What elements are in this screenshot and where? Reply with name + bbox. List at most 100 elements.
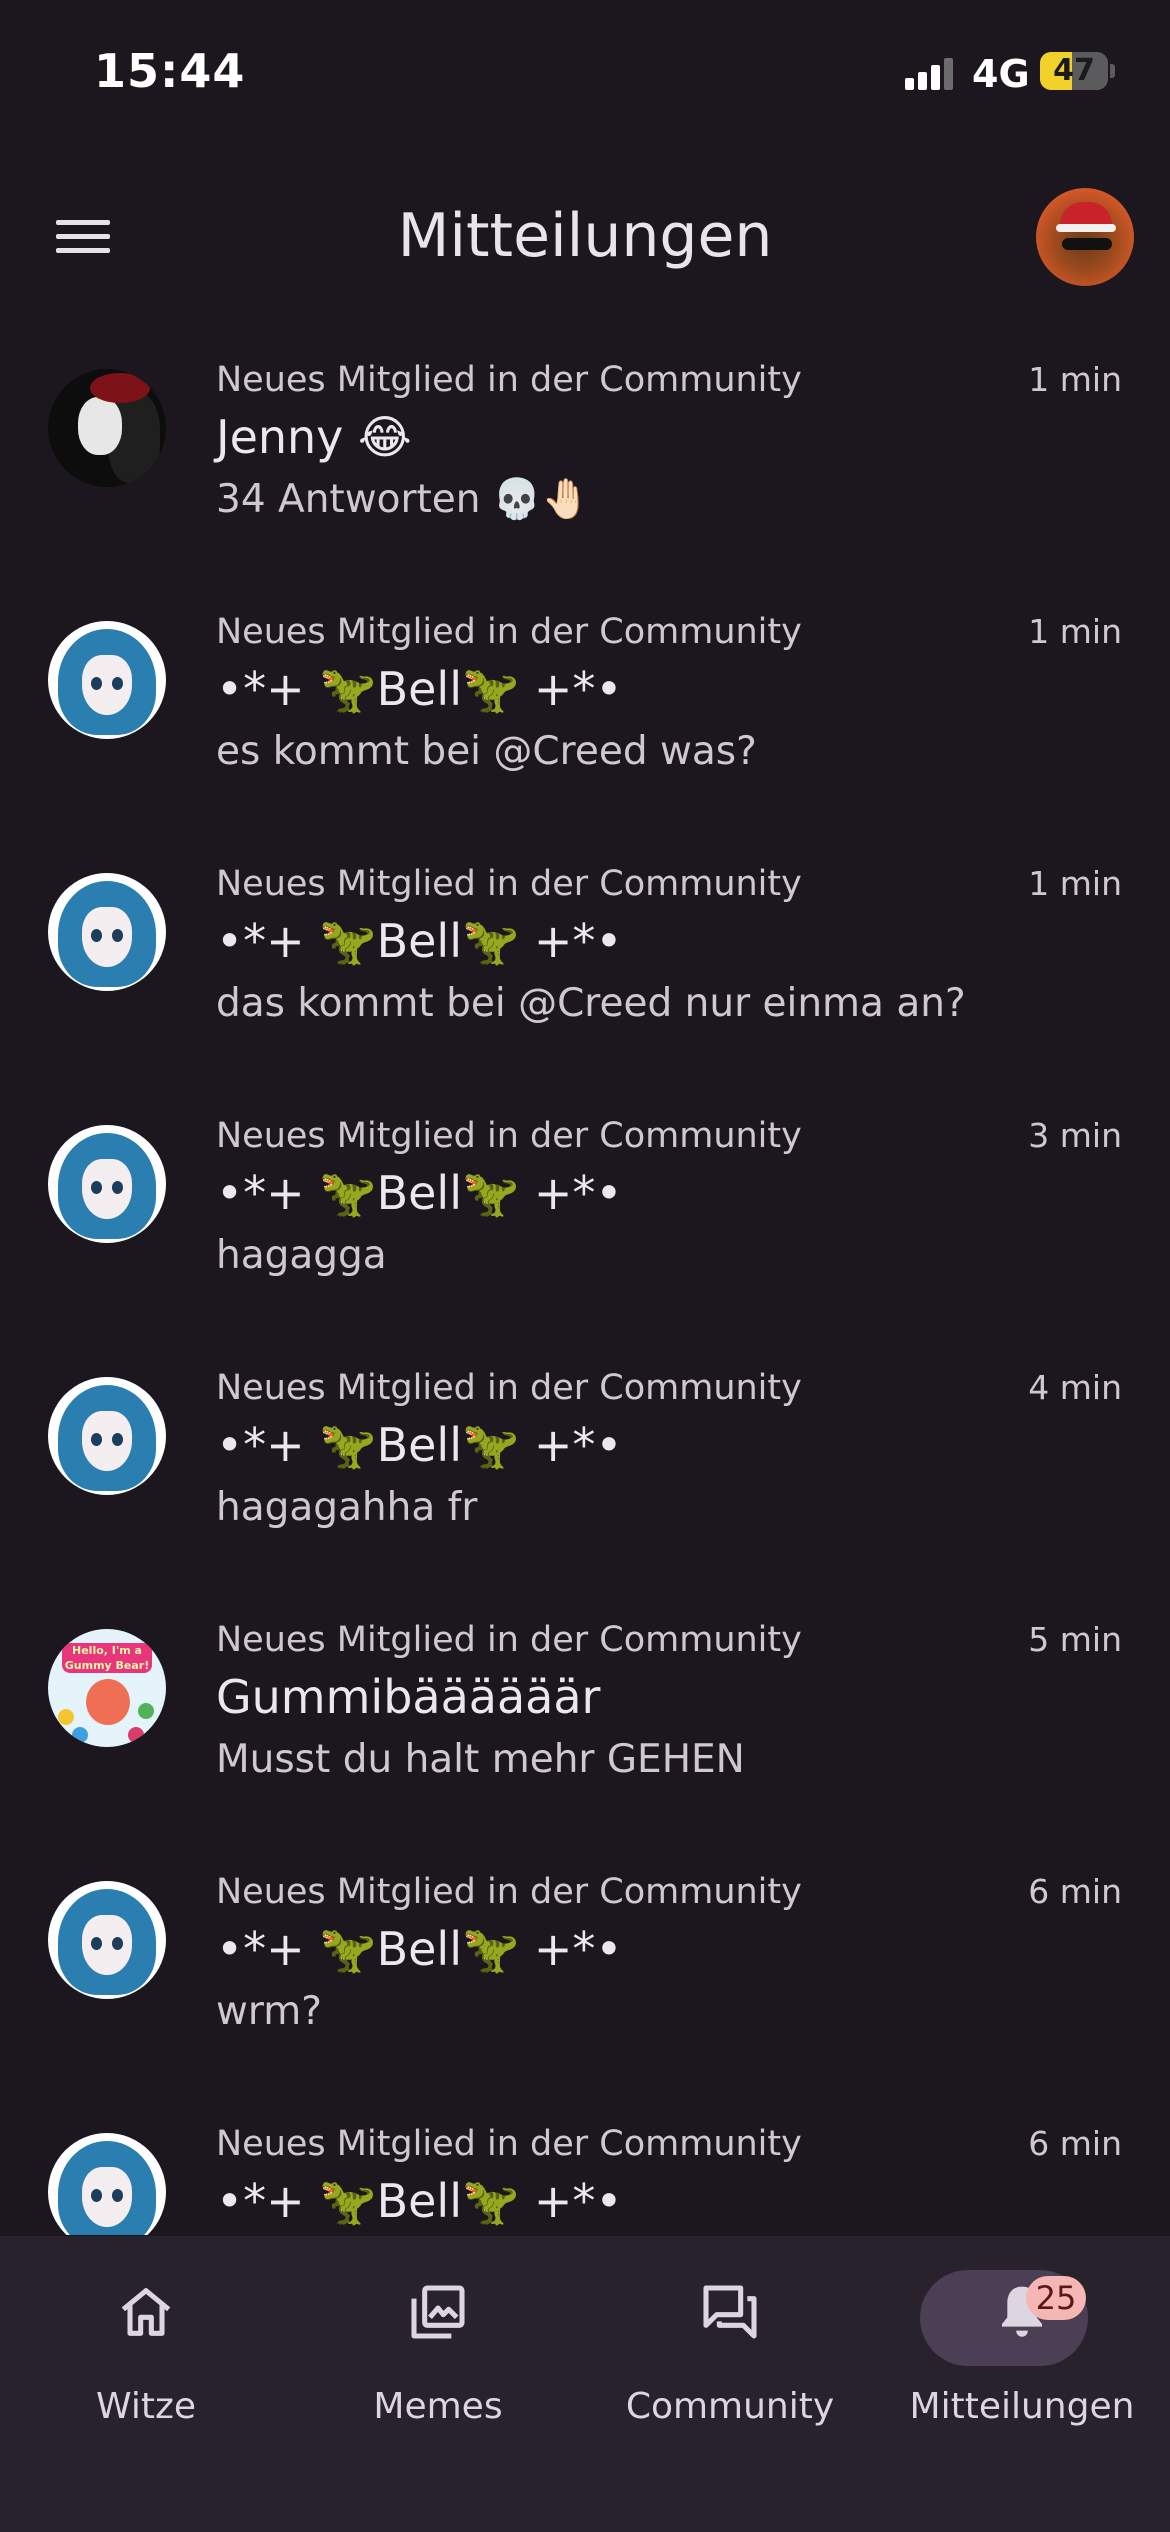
notification-item[interactable]: Neues Mitglied in der Community Jenny 😂 34… xyxy=(0,355,1170,607)
notification-author: Gummibäääääär xyxy=(216,1670,601,1724)
nav-item-memes[interactable]: Memes xyxy=(292,2256,584,2456)
eye-shape xyxy=(91,1181,102,1194)
notification-time: 4 min xyxy=(1028,1368,1122,1407)
nav-label-community: Community xyxy=(625,2386,835,2427)
notification-time: 1 min xyxy=(1028,360,1122,399)
notification-list[interactable]: Neues Mitglied in der Community Jenny 😂 34… xyxy=(0,355,1170,2235)
face-shape xyxy=(82,2167,132,2227)
nav-item-witze[interactable]: Witze xyxy=(0,2256,292,2456)
notification-time: 6 min xyxy=(1028,2124,1122,2163)
home-icon xyxy=(0,2280,292,2356)
notification-message: 34 Antworten 💀🤚🏻 xyxy=(216,477,591,522)
avatar[interactable] xyxy=(48,873,166,991)
candy-shape xyxy=(58,1709,74,1725)
notification-message xyxy=(216,2233,1096,2235)
avatar[interactable] xyxy=(48,369,166,487)
notification-content: Neues Mitglied in der Community •*+ 🦖Bell… xyxy=(216,1867,1096,2043)
notification-message: hagagga xyxy=(216,1233,387,1278)
face-shape xyxy=(78,397,122,455)
face-shape xyxy=(82,907,132,967)
candy-shape xyxy=(138,1703,154,1719)
notification-content: Neues Mitglied in der Community •*+ 🦖Bell… xyxy=(216,607,1096,783)
nav-label-mitteilungen: Mitteilungen xyxy=(909,2386,1135,2427)
notification-message: es kommt bei @Creed was? xyxy=(216,729,757,774)
profile-avatar[interactable] xyxy=(1036,188,1134,286)
notification-count-badge: 25 xyxy=(1026,2276,1086,2320)
status-bar: 15:44 4G 47 xyxy=(0,0,1170,150)
notification-item[interactable]: Neues Mitglied in der Community •*+ 🦖Bell… xyxy=(0,1867,1170,2119)
battery-percent: 47 xyxy=(1053,53,1095,88)
notification-content: Neues Mitglied in der Community •*+ 🦖Bell… xyxy=(216,2119,1096,2235)
eye-shape xyxy=(112,677,123,690)
notification-category: Neues Mitglied in der Community xyxy=(216,1620,802,1660)
eye-shape xyxy=(91,1937,102,1950)
notification-author: •*+ 🦖Bell🦖 +*• xyxy=(216,662,623,716)
notification-item[interactable]: Neues Mitglied in der Community •*+ 🦖Bell… xyxy=(0,607,1170,859)
notification-message: Musst du halt mehr GEHEN xyxy=(216,1737,745,1782)
gallery-icon xyxy=(292,2280,584,2356)
notification-category: Neues Mitglied in der Community xyxy=(216,1368,802,1408)
notification-author: •*+ 🦖Bell🦖 +*• xyxy=(216,1166,623,1220)
avatar[interactable] xyxy=(48,621,166,739)
candy-shape xyxy=(128,1727,144,1743)
nav-label-memes: Memes xyxy=(373,2386,503,2427)
battery-icon: 47 xyxy=(1040,52,1108,90)
nav-label-witze: Witze xyxy=(96,2386,196,2427)
notification-category: Neues Mitglied in der Community xyxy=(216,1872,802,1912)
notification-content: Neues Mitglied in der Community Jenny 😂 34… xyxy=(216,355,1096,531)
bottom-navigation: Witze Memes Community 25 Mitteilungen xyxy=(0,2236,1170,2532)
notification-time: 5 min xyxy=(1028,1620,1122,1659)
eye-shape xyxy=(91,1433,102,1446)
battery-cap xyxy=(1110,64,1115,78)
face-shape xyxy=(82,655,132,715)
face-shape xyxy=(82,1159,132,1219)
notification-content: Neues Mitglied in der Community •*+ 🦖Bell… xyxy=(216,1111,1096,1287)
eye-shape xyxy=(112,2189,123,2202)
avatar[interactable] xyxy=(48,1125,166,1243)
bell-icon xyxy=(876,2280,1168,2356)
sunglasses-shape xyxy=(1062,238,1112,250)
avatar[interactable] xyxy=(48,2133,166,2235)
forum-icon xyxy=(584,2280,876,2356)
notification-time: 3 min xyxy=(1028,1116,1122,1155)
notification-category: Neues Mitglied in der Community xyxy=(216,864,802,904)
avatar[interactable] xyxy=(48,1377,166,1495)
notification-category: Neues Mitglied in der Community xyxy=(216,360,802,400)
notification-author: •*+ 🦖Bell🦖 +*• xyxy=(216,2174,623,2228)
face-shape xyxy=(82,1915,132,1975)
notification-item[interactable]: Neues Mitglied in der Community •*+ 🦖Bell… xyxy=(0,1111,1170,1363)
notification-time: 1 min xyxy=(1028,864,1122,903)
notification-message: das kommt bei @Creed nur einma an? xyxy=(216,981,966,1026)
eye-shape xyxy=(91,677,102,690)
avatar[interactable] xyxy=(48,1881,166,1999)
notification-category: Neues Mitglied in der Community xyxy=(216,1116,802,1156)
notification-item[interactable]: Neues Mitglied in der Community •*+ 🦖Bell… xyxy=(0,2119,1170,2235)
notification-item[interactable]: Neues Mitglied in der Community •*+ 🦖Bell… xyxy=(0,859,1170,1111)
notification-category: Neues Mitglied in der Community xyxy=(216,612,802,652)
nav-item-mitteilungen[interactable]: 25 Mitteilungen xyxy=(876,2256,1168,2456)
notification-category: Neues Mitglied in der Community xyxy=(216,2124,802,2164)
santa-hat-brim xyxy=(1056,224,1116,232)
candy-shape xyxy=(72,1727,88,1743)
eye-shape xyxy=(112,1937,123,1950)
eye-shape xyxy=(91,929,102,942)
avatar[interactable]: Hello, I'm a Gummy Bear! xyxy=(48,1629,166,1747)
notification-time: 1 min xyxy=(1028,612,1122,651)
face-shape xyxy=(82,1411,132,1471)
notification-message: wrm? xyxy=(216,1989,322,2034)
notification-item[interactable]: Neues Mitglied in der Community •*+ 🦖Bell… xyxy=(0,1363,1170,1615)
notification-author: •*+ 🦖Bell🦖 +*• xyxy=(216,914,623,968)
notification-time: 6 min xyxy=(1028,1872,1122,1911)
notification-author: •*+ 🦖Bell🦖 +*• xyxy=(216,1922,623,1976)
notification-author: Jenny 😂 xyxy=(216,410,412,464)
gummy-bear-banner: Hello, I'm a Gummy Bear! xyxy=(62,1643,152,1673)
notification-author: •*+ 🦖Bell🦖 +*• xyxy=(216,1418,623,1472)
notification-message: hagagahha fr xyxy=(216,1485,478,1530)
nav-item-community[interactable]: Community xyxy=(584,2256,876,2456)
status-time: 15:44 xyxy=(94,44,246,98)
eye-shape xyxy=(112,1433,123,1446)
signal-strength-icon xyxy=(905,56,957,90)
notification-content: Neues Mitglied in der Community •*+ 🦖Bell… xyxy=(216,1363,1096,1539)
notification-item[interactable]: Hello, I'm a Gummy Bear! Neues Mitglied i… xyxy=(0,1615,1170,1867)
beret-shape xyxy=(90,373,150,403)
